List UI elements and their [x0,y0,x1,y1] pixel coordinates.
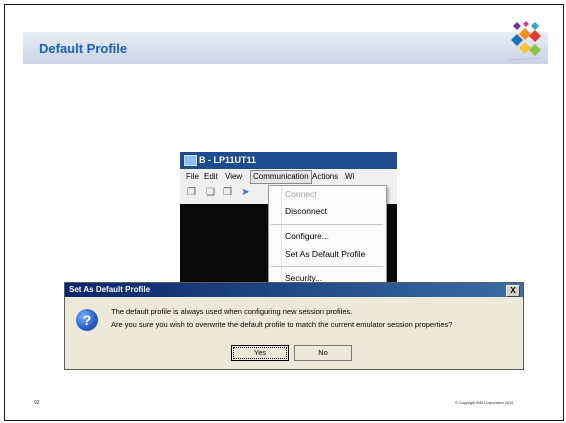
copyright-text: © Copyright IBM Corporation 2015 [455,400,514,405]
close-icon[interactable]: X [506,285,520,297]
menu-item-configure[interactable]: Configure... [285,231,329,241]
question-icon: ? [76,309,98,331]
dialog-title-bar: Set As Default Profile X [65,283,523,297]
menu-separator [271,224,383,225]
menu-item-disconnect[interactable]: Disconnect [285,206,327,216]
page-number: 92 [34,400,40,406]
menu-window[interactable]: Wi [345,172,354,181]
yes-button[interactable]: Yes [231,345,289,361]
menu-item-set-default-profile[interactable]: Set As Default Profile [285,249,365,259]
emulator-menubar: File Edit View Communication Actions Wi [180,170,397,184]
dialog-message-line2: Are you sure you wish to overwrite the d… [111,320,453,329]
menu-view[interactable]: View [225,172,242,181]
no-button[interactable]: No [294,345,352,361]
emulator-title-bar: B - LP11UT11 [180,152,397,169]
slide-title-bar: Default Profile [23,32,548,64]
paste-icon[interactable]: ❏ [205,187,216,199]
slide-title: Default Profile [39,41,128,56]
send-icon[interactable]: ➤ [240,187,251,199]
copy-icon[interactable]: ❐ [186,187,197,199]
menu-item-connect[interactable]: Connect [285,189,317,199]
menu-separator [271,266,383,267]
menu-file[interactable]: File [186,172,199,181]
menu-actions[interactable]: Actions [312,172,338,181]
menu-communication[interactable]: Communication [250,170,312,184]
emulator-title: B - LP11UT11 [199,155,257,165]
dialog-title: Set As Default Profile [69,285,151,294]
logo-icon [508,21,542,61]
clipboard-icon[interactable]: ❒ [222,187,233,199]
set-default-profile-dialog: Set As Default Profile X ? The default p… [64,282,524,370]
menu-edit[interactable]: Edit [204,172,218,181]
menu-gutter [281,186,282,286]
monitor-icon [184,155,197,166]
dialog-message-line1: The default profile is always used when … [111,307,353,316]
communication-dropdown: Connect Disconnect Configure... Set As D… [268,185,387,287]
